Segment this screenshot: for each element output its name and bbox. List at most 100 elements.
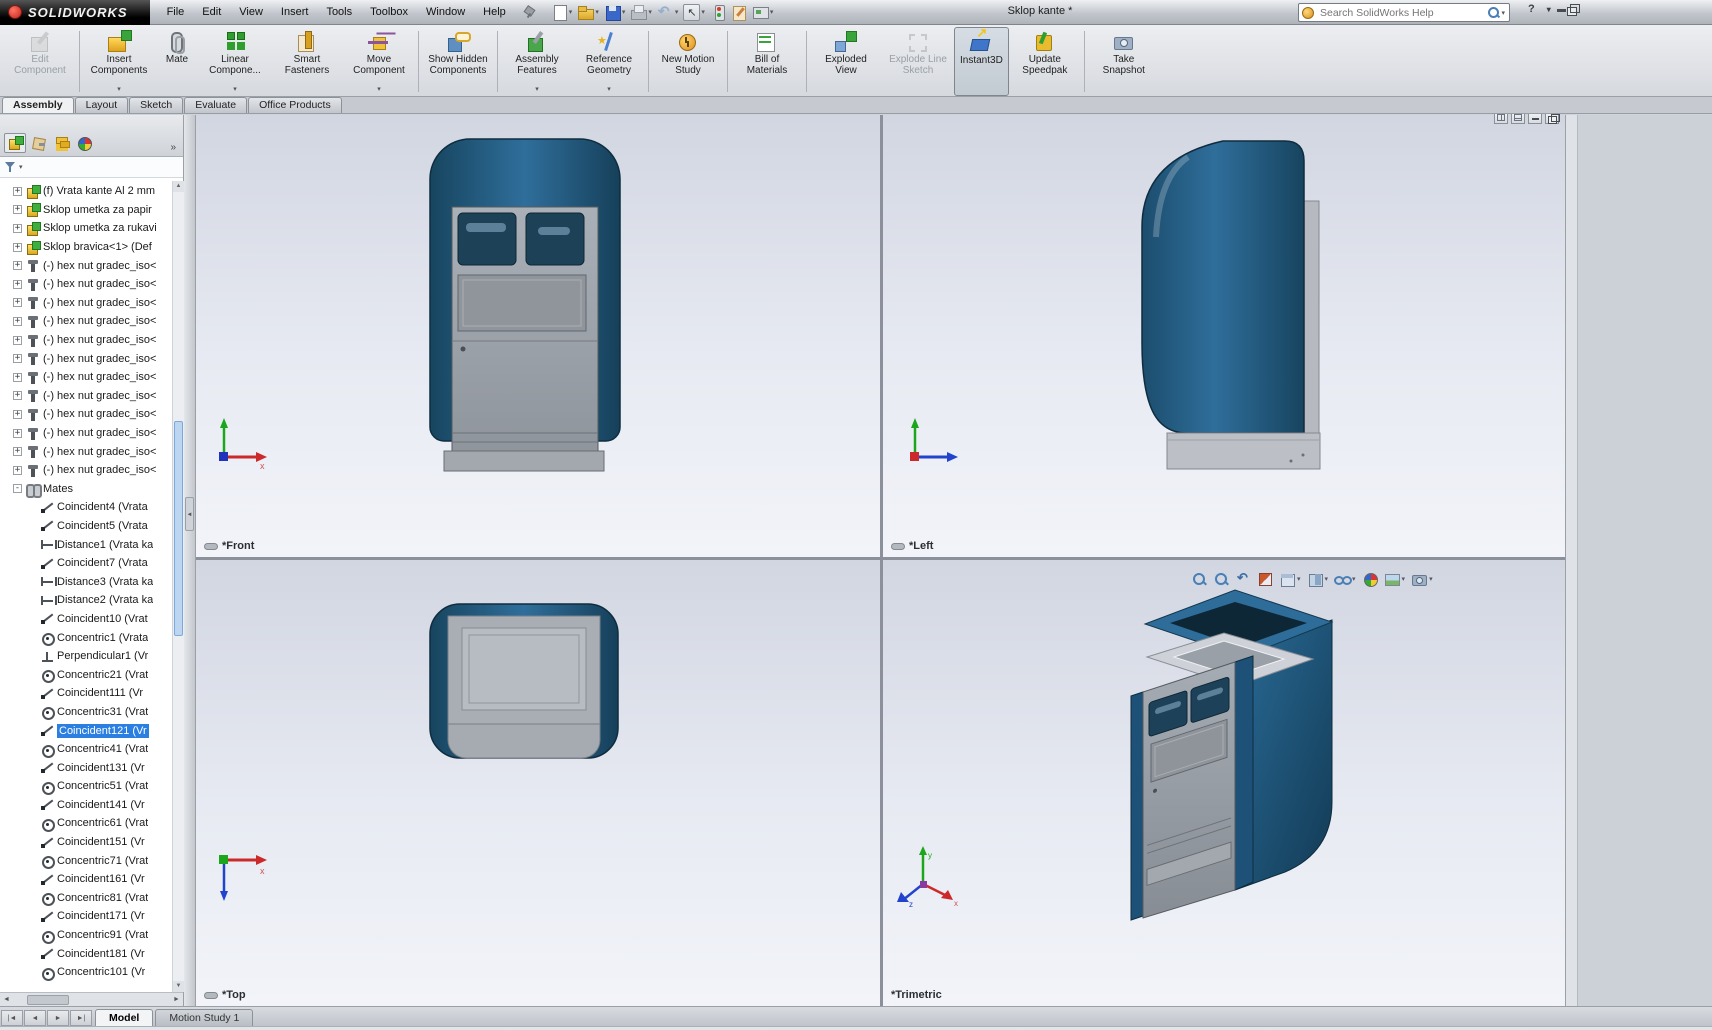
tree-expander-icon[interactable]: + (13, 187, 22, 196)
viewport-trimetric[interactable]: ▾▾▾▾▾ (883, 560, 1565, 1006)
tree-expander-icon[interactable]: + (13, 261, 22, 270)
tab-office-products[interactable]: Office Products (248, 97, 342, 113)
panel-splitter[interactable]: ◄ (184, 115, 196, 1006)
tree-item-hex-nut-gradec-iso[interactable]: +(-) hex nut gradec_iso< (0, 442, 183, 461)
tree-item-concentric101-vr[interactable]: Concentric101 (Vr (0, 963, 183, 982)
dropdown-caret-icon[interactable]: ▾ (701, 8, 705, 16)
search-dropdown-caret-icon[interactable]: ▾ (1501, 9, 1505, 17)
tree-item-concentric31-vrat[interactable]: Concentric31 (Vrat (0, 703, 183, 722)
tree-item-concentric21-vrat[interactable]: Concentric21 (Vrat (0, 665, 183, 684)
tree-item-hex-nut-gradec-iso[interactable]: +(-) hex nut gradec_iso< (0, 368, 183, 387)
menu-edit[interactable]: Edit (193, 3, 230, 21)
tree-item-concentric81-vrat[interactable]: Concentric81 (Vrat (0, 889, 183, 908)
dropdown-caret-icon[interactable]: ▾ (569, 8, 573, 16)
tree-item-perpendicular1-vr[interactable]: Perpendicular1 (Vr (0, 647, 183, 666)
tree-expander-icon[interactable]: + (13, 280, 22, 289)
tree-item-hex-nut-gradec-iso[interactable]: +(-) hex nut gradec_iso< (0, 275, 183, 294)
ribbon-button-take-snapshot[interactable]: Take Snapshot (1088, 27, 1160, 96)
ribbon-button-new-motion-study[interactable]: New Motion Study (652, 27, 724, 96)
first-sheet-button[interactable]: |◄ (1, 1010, 23, 1026)
search-input[interactable] (1318, 6, 1487, 20)
menu-file[interactable]: File (158, 3, 194, 21)
tree-vertical-scrollbar[interactable]: ▲ ▼ (172, 181, 184, 992)
dropdown-caret-icon[interactable]: ▾ (622, 8, 626, 16)
tree-item-distance1-vrata-ka[interactable]: Distance1 (Vrata ka (0, 535, 183, 554)
rebuild-traffic-light-icon[interactable] (710, 4, 727, 21)
menu-window[interactable]: Window (417, 3, 474, 21)
bottom-tab-motion-study-1[interactable]: Motion Study 1 (155, 1009, 253, 1026)
rebuild-traffic-light-button[interactable] (710, 4, 727, 21)
minimize-button[interactable] (1557, 4, 1567, 14)
tree-item-hex-nut-gradec-iso[interactable]: +(-) hex nut gradec_iso< (0, 331, 183, 350)
tree-item-hex-nut-gradec-iso[interactable]: +(-) hex nut gradec_iso< (0, 256, 183, 275)
bottom-tab-model[interactable]: Model (95, 1009, 153, 1026)
viewport-top[interactable]: x *Top (196, 560, 880, 1006)
ribbon-button-instant3d[interactable]: Instant3D (954, 27, 1009, 96)
hscroll-right-icon[interactable]: ► (170, 994, 183, 1006)
menu-view[interactable]: View (230, 3, 272, 21)
tree-item-coincident111-vr[interactable]: Coincident111 (Vr (0, 684, 183, 703)
next-sheet-button[interactable]: ► (47, 1010, 69, 1026)
panel-tab-property-manager[interactable] (27, 133, 49, 153)
tree-item-concentric91-vrat[interactable]: Concentric91 (Vrat (0, 926, 183, 945)
ribbon-button-show-hidden-components[interactable]: Show Hidden Components (422, 27, 494, 96)
tree-expander-icon[interactable]: + (13, 373, 22, 382)
tree-item-coincident10-vrat[interactable]: Coincident10 (Vrat (0, 610, 183, 629)
ribbon-button-explode-line-sketch[interactable]: Explode Line Sketch (882, 27, 954, 96)
tree-item-sklop-umetka-za-rukavi[interactable]: +Sklop umetka za rukavi (0, 219, 183, 238)
tree-item-concentric1-vrata[interactable]: Concentric1 (Vrata (0, 628, 183, 647)
front-view-model[interactable] (196, 115, 880, 557)
ribbon-button-bill-of-materials[interactable]: Bill of Materials (731, 27, 803, 96)
search-box[interactable]: ▾ (1298, 3, 1510, 22)
tree-item-distance2-vrata-ka[interactable]: Distance2 (Vrata ka (0, 591, 183, 610)
tree-item-coincident131-vr[interactable]: Coincident131 (Vr (0, 758, 183, 777)
dropdown-caret-icon[interactable]: ▾ (377, 85, 381, 97)
tree-item-hex-nut-gradec-iso[interactable]: +(-) hex nut gradec_iso< (0, 312, 183, 331)
dropdown-caret-icon[interactable]: ▾ (233, 85, 237, 97)
tree-expander-icon[interactable]: + (13, 429, 22, 438)
file-properties-button[interactable] (731, 4, 748, 21)
tree-item-coincident4-vrata[interactable]: Coincident4 (Vrata (0, 498, 183, 517)
tree-expander-icon[interactable]: + (13, 391, 22, 400)
vscroll-down-icon[interactable]: ▼ (173, 981, 184, 992)
filter-caret-icon[interactable]: ▾ (19, 163, 23, 171)
tree-item-distance3-vrata-ka[interactable]: Distance3 (Vrata ka (0, 572, 183, 591)
options-screen-button[interactable]: ▾ (752, 4, 775, 21)
tab-evaluate[interactable]: Evaluate (184, 97, 247, 113)
viewport-front[interactable]: x *Front (196, 115, 880, 557)
save-icon[interactable] (604, 4, 621, 21)
vscroll-thumb[interactable] (174, 421, 183, 636)
select-cursor-icon[interactable] (683, 4, 700, 21)
top-view-model[interactable] (196, 560, 880, 1006)
undo-icon[interactable] (657, 4, 674, 21)
dropdown-caret-icon[interactable]: ▾ (535, 85, 539, 97)
ribbon-button-assembly-features[interactable]: Assembly Features▾ (501, 27, 573, 96)
ribbon-button-edit-component[interactable]: Edit Component (4, 27, 76, 96)
new-document-button[interactable]: ▾ (551, 4, 574, 21)
restore-button[interactable] (1567, 4, 1578, 15)
tree-expander-icon[interactable]: + (13, 317, 22, 326)
panel-tab-configuration-manager[interactable] (50, 133, 72, 153)
undo-button[interactable]: ▾ (657, 4, 680, 21)
feature-tree-filter[interactable]: ▾ (0, 157, 183, 178)
viewport-left[interactable]: *Left (883, 115, 1565, 557)
tree-expander-icon[interactable]: + (13, 205, 22, 214)
help-button[interactable]: ? (1528, 3, 1535, 15)
menu-tools[interactable]: Tools (317, 3, 361, 21)
graphics-right-scrollbar[interactable] (1566, 115, 1578, 1006)
vscroll-up-icon[interactable]: ▲ (173, 181, 184, 192)
dropdown-caret-icon[interactable]: ▾ (770, 8, 774, 16)
tree-horizontal-scrollbar[interactable]: ◄ ► (0, 992, 183, 1006)
tree-item-hex-nut-gradec-iso[interactable]: +(-) hex nut gradec_iso< (0, 461, 183, 480)
ribbon-button-insert-components[interactable]: Insert Components▾ (83, 27, 155, 96)
tree-item-concentric41-vrat[interactable]: Concentric41 (Vrat (0, 740, 183, 759)
prev-sheet-button[interactable]: ◄ (24, 1010, 46, 1026)
left-view-model[interactable] (883, 115, 1565, 557)
tree-expander-icon[interactable]: + (13, 336, 22, 345)
tree-item-coincident171-vr[interactable]: Coincident171 (Vr (0, 907, 183, 926)
tree-item-sklop-umetka-za-papir[interactable]: +Sklop umetka za papir (0, 201, 183, 220)
tree-item-f-vrata-kante-al-2-mm[interactable]: +(f) Vrata kante Al 2 mm (0, 182, 183, 201)
menu-insert[interactable]: Insert (272, 3, 318, 21)
tree-item-coincident141-vr[interactable]: Coincident141 (Vr (0, 796, 183, 815)
tree-item-coincident121-vr[interactable]: Coincident121 (Vr (0, 721, 183, 740)
